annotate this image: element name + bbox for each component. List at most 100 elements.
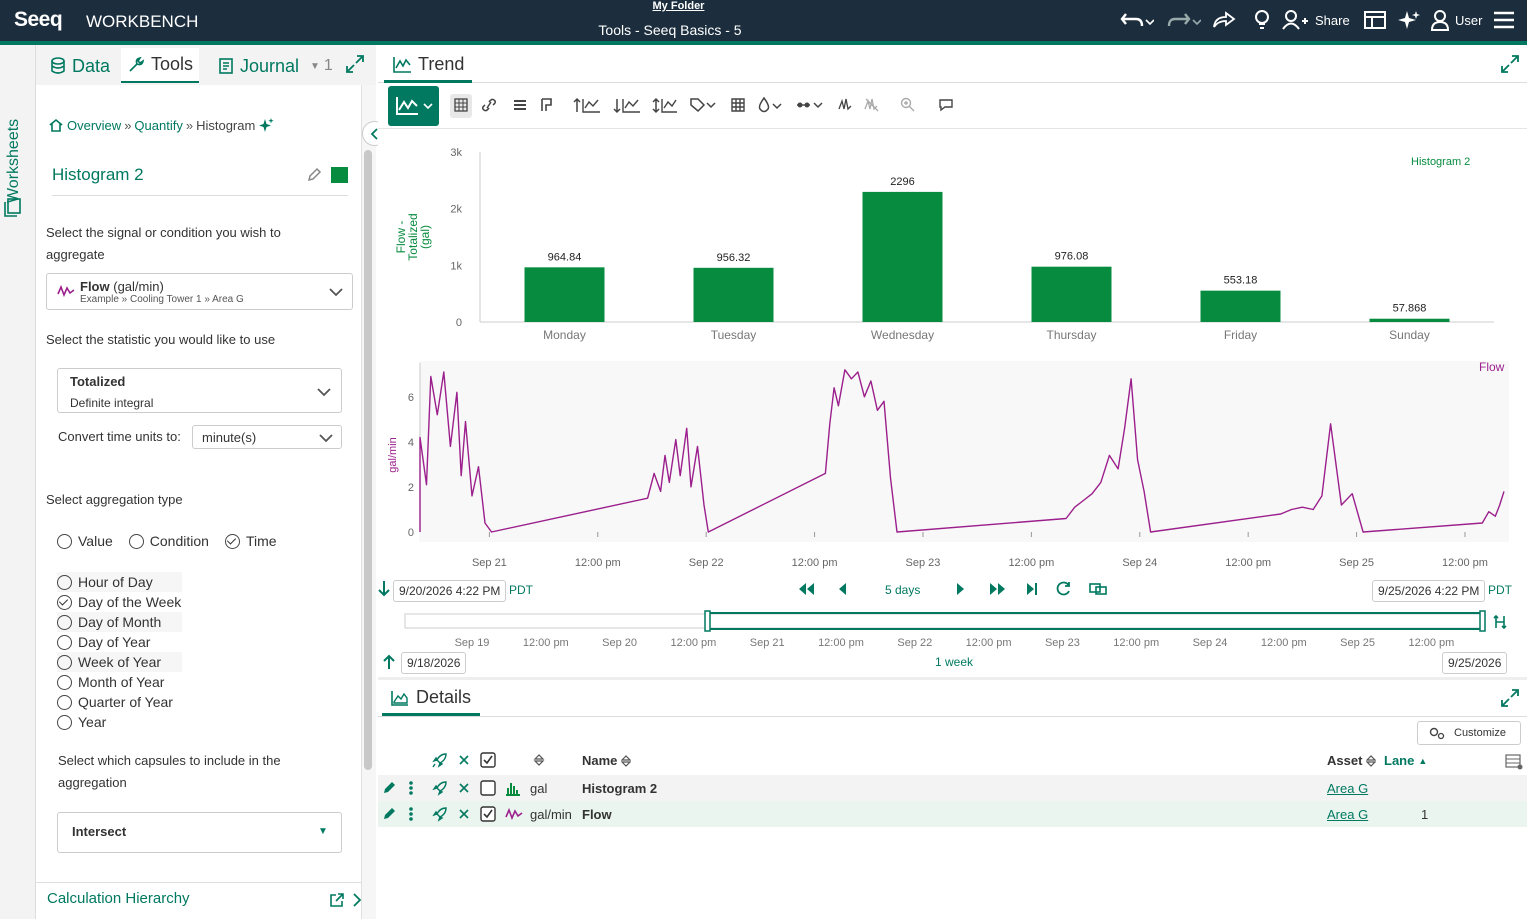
- axis-align-icon[interactable]: [573, 96, 601, 114]
- close-icon[interactable]: [458, 808, 470, 820]
- view-mode-button[interactable]: [388, 86, 439, 126]
- checkbox-icon[interactable]: [480, 780, 496, 796]
- capsule-icon[interactable]: [540, 97, 554, 113]
- worksheets-strip[interactable]: Worksheets: [0, 45, 36, 919]
- breadcrumb-quantify[interactable]: Quantify: [134, 118, 182, 133]
- time-option-day-of-week[interactable]: Day of the Week: [57, 592, 182, 612]
- display-duration[interactable]: 5 days: [885, 583, 920, 597]
- grid-icon[interactable]: [731, 98, 745, 112]
- row-name[interactable]: Flow: [582, 807, 612, 822]
- table-row[interactable]: gal Histogram 2 Area G: [378, 775, 1527, 801]
- share-button[interactable]: Share: [1281, 7, 1350, 33]
- arrow-down-icon[interactable]: [378, 580, 390, 598]
- time-option-month-of-year[interactable]: Month of Year: [57, 672, 182, 692]
- user-menu[interactable]: User: [1430, 7, 1482, 33]
- investigate-start[interactable]: 9/18/2026: [401, 652, 467, 674]
- axis-scale-icon[interactable]: [613, 96, 641, 114]
- hamburger-menu-button[interactable]: [1493, 7, 1515, 33]
- flow-chart[interactable]: 0 2 4 6 gal/min Sep 21 12:00 pm Sep 22 12:00 pm S…: [380, 355, 1520, 575]
- more-vertical-icon[interactable]: [408, 780, 414, 796]
- investigate-end[interactable]: 9/25/2026: [1442, 652, 1508, 674]
- display-start-time[interactable]: 9/20/2026 4:22 PM: [393, 580, 507, 602]
- chevron-right-icon[interactable]: [352, 893, 362, 907]
- close-icon[interactable]: [458, 754, 470, 766]
- time-option-hour-of-day[interactable]: Hour of Day: [57, 572, 182, 592]
- redo-button[interactable]: [1167, 7, 1201, 33]
- column-lane-header[interactable]: Lane ▲: [1384, 753, 1427, 768]
- axis-range-icon[interactable]: [652, 96, 678, 114]
- double-back-icon[interactable]: [796, 581, 816, 597]
- time-option-week-of-year[interactable]: Week of Year: [57, 652, 182, 672]
- checkbox-checked-icon[interactable]: [480, 752, 496, 768]
- agg-type-time[interactable]: Time: [224, 533, 277, 549]
- tool-title[interactable]: Histogram 2: [52, 165, 144, 185]
- layout-button[interactable]: [1364, 7, 1386, 33]
- investigate-duration[interactable]: 1 week: [935, 655, 973, 669]
- checkbox-checked-icon[interactable]: [480, 806, 496, 822]
- arrow-up-icon[interactable]: [382, 654, 396, 670]
- row-name[interactable]: Histogram 2: [582, 781, 657, 796]
- expand-icon[interactable]: [1500, 54, 1520, 74]
- row-asset-link[interactable]: Area G: [1327, 807, 1368, 822]
- time-option-year[interactable]: Year: [57, 712, 182, 732]
- statistic-select[interactable]: Totalized Definite integral: [57, 368, 342, 413]
- sparkle-icon[interactable]: [258, 117, 275, 133]
- more-vertical-icon[interactable]: [408, 806, 414, 822]
- histogram-chart[interactable]: 0 1k 2k 3k Flow -Totalized(gal) 964.84 Monday 9…: [380, 140, 1520, 350]
- annotation-icon[interactable]: [938, 98, 954, 112]
- navigator-zoom-icon[interactable]: [1493, 614, 1507, 630]
- table-row[interactable]: gal/min Flow Area G 1: [378, 801, 1527, 827]
- time-option-day-of-month[interactable]: Day of Month: [57, 612, 182, 632]
- sort-icon[interactable]: [533, 753, 545, 767]
- signal-select[interactable]: Flow (gal/min) Example » Cooling Tower 1…: [46, 273, 353, 310]
- pencil-icon[interactable]: [306, 167, 322, 183]
- column-name-header[interactable]: Name: [582, 753, 632, 768]
- step-forward-icon[interactable]: [955, 581, 967, 597]
- time-option-quarter-of-year[interactable]: Quarter of Year: [57, 692, 182, 712]
- tab-journal[interactable]: Journal: [218, 50, 299, 82]
- pencil-icon[interactable]: [381, 780, 397, 796]
- tab-data[interactable]: Data: [50, 50, 110, 82]
- time-zoom-icon[interactable]: [1089, 580, 1107, 596]
- time-unit-select[interactable]: minute(s): [192, 425, 342, 449]
- label-tag-icon[interactable]: [689, 97, 717, 113]
- external-link-icon[interactable]: [329, 892, 345, 908]
- spike-off-icon[interactable]: [864, 97, 880, 113]
- skip-to-now-icon[interactable]: [1025, 581, 1039, 597]
- droplet-icon[interactable]: [757, 96, 783, 114]
- tab-details[interactable]: Details: [382, 682, 481, 716]
- calculation-hierarchy[interactable]: Calculation Hierarchy: [47, 890, 190, 907]
- spike-icon[interactable]: [838, 97, 854, 113]
- tab-trend[interactable]: Trend: [384, 49, 473, 83]
- expand-icon[interactable]: [1500, 688, 1520, 708]
- journal-count-dropdown[interactable]: ▼ 1: [310, 50, 333, 82]
- time-navigator[interactable]: Sep 19 12:00 pm Sep 20 12:00 pm Sep 21 12:00 …: [400, 608, 1520, 650]
- agg-type-value[interactable]: Value: [57, 533, 113, 549]
- rocket-icon[interactable]: [432, 780, 448, 796]
- color-swatch[interactable]: [331, 167, 348, 183]
- line-style-icon[interactable]: [796, 98, 826, 112]
- column-settings-icon[interactable]: [1505, 754, 1523, 770]
- capsule-select[interactable]: Intersect ▼: [57, 812, 342, 853]
- breadcrumb-overview[interactable]: Overview: [67, 118, 121, 133]
- ai-assistant-button[interactable]: [1397, 7, 1421, 33]
- timezone-label[interactable]: PDT: [1488, 583, 1512, 597]
- rocket-icon[interactable]: [432, 806, 448, 822]
- rocket-icon[interactable]: [432, 752, 448, 768]
- link-icon[interactable]: [480, 98, 498, 112]
- time-option-day-of-year[interactable]: Day of Year: [57, 632, 182, 652]
- expand-panel-button[interactable]: [345, 54, 365, 77]
- refresh-icon[interactable]: [1056, 580, 1072, 596]
- tab-tools[interactable]: Tools: [121, 48, 200, 83]
- pencil-icon[interactable]: [381, 806, 397, 822]
- double-forward-icon[interactable]: [988, 581, 1008, 597]
- column-asset-header[interactable]: Asset: [1327, 753, 1377, 768]
- display-end-time[interactable]: 9/25/2026 4:22 PM: [1372, 580, 1486, 602]
- zoom-icon[interactable]: [900, 97, 916, 113]
- lanes-icon[interactable]: [512, 98, 528, 112]
- timezone-label[interactable]: PDT: [509, 583, 533, 597]
- panel-scrollbar[interactable]: [364, 150, 372, 770]
- close-icon[interactable]: [458, 782, 470, 794]
- table-icon[interactable]: [454, 98, 468, 112]
- lightbulb-button[interactable]: [1252, 7, 1272, 33]
